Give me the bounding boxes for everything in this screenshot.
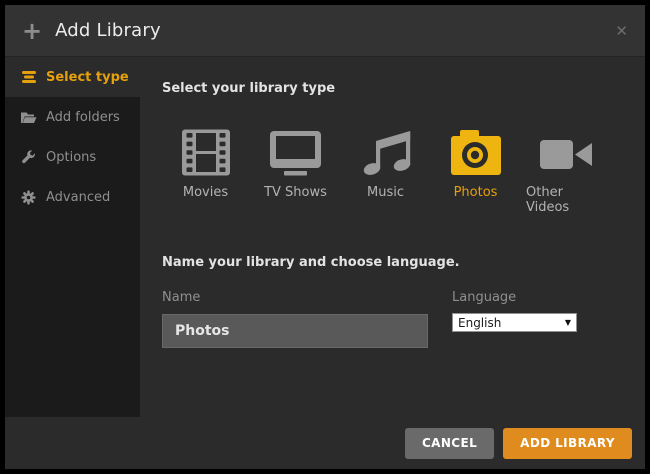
- sidebar-item-label: Options: [46, 150, 96, 165]
- plus-icon: +: [22, 19, 42, 43]
- name-language-heading: Name your library and choose language.: [162, 255, 645, 270]
- language-selected-value: English: [458, 316, 501, 330]
- sidebar-item-select-type[interactable]: Select type: [5, 57, 140, 97]
- gear-icon: [20, 190, 37, 205]
- library-type-label: Other Videos: [526, 185, 605, 215]
- language-field-label: Language: [452, 290, 577, 305]
- library-type-other-videos[interactable]: Other Videos: [526, 124, 605, 215]
- screen-frame: + Add Library ✕: [0, 0, 650, 474]
- library-type-heading: Select your library type: [162, 81, 645, 96]
- library-type-label: Movies: [183, 185, 228, 200]
- dialog-footer: CANCEL ADD LIBRARY: [5, 417, 645, 469]
- library-type-label: Music: [367, 185, 404, 200]
- main-content: Select your library type: [140, 57, 645, 417]
- video-camera-icon: [538, 124, 594, 176]
- dialog-titlebar: + Add Library ✕: [5, 5, 645, 57]
- folder-icon: [20, 111, 37, 124]
- add-library-dialog: + Add Library ✕: [5, 5, 645, 469]
- sidebar-item-options[interactable]: Options: [5, 137, 140, 177]
- library-type-label: TV Shows: [264, 185, 327, 200]
- camera-icon: [450, 124, 502, 176]
- library-type-tv-shows[interactable]: TV Shows: [256, 124, 335, 215]
- tv-icon: [267, 124, 324, 176]
- library-type-photos[interactable]: Photos: [436, 124, 515, 215]
- music-note-icon: [361, 124, 411, 176]
- library-name-input[interactable]: [162, 314, 428, 348]
- film-icon: [181, 124, 231, 176]
- sidebar-item-advanced[interactable]: Advanced: [5, 177, 140, 217]
- sidebar-item-label: Select type: [46, 70, 129, 85]
- sidebar: Select type Add folders: [5, 57, 140, 417]
- library-type-movies[interactable]: Movies: [166, 124, 245, 215]
- wrench-icon: [20, 150, 37, 165]
- dialog-body: Select type Add folders: [5, 57, 645, 417]
- fields-row: Name Language English ▼: [162, 290, 645, 348]
- sidebar-item-label: Advanced: [46, 190, 110, 205]
- select-type-icon: [20, 70, 37, 84]
- name-field-label: Name: [162, 290, 452, 305]
- name-field-group: Name: [162, 290, 452, 348]
- sidebar-item-label: Add folders: [46, 110, 120, 125]
- library-type-row: Movies TV Shows: [166, 124, 645, 215]
- library-type-label: Photos: [454, 185, 498, 200]
- sidebar-item-add-folders[interactable]: Add folders: [5, 97, 140, 137]
- dropdown-arrow-icon: ▼: [565, 319, 571, 327]
- language-field-group: Language English ▼: [452, 290, 577, 348]
- cancel-button[interactable]: CANCEL: [405, 428, 494, 459]
- close-icon[interactable]: ✕: [615, 22, 628, 40]
- library-type-music[interactable]: Music: [346, 124, 425, 215]
- add-library-button[interactable]: ADD LIBRARY: [503, 428, 632, 459]
- dialog-title: Add Library: [55, 20, 161, 41]
- language-select[interactable]: English ▼: [452, 313, 577, 332]
